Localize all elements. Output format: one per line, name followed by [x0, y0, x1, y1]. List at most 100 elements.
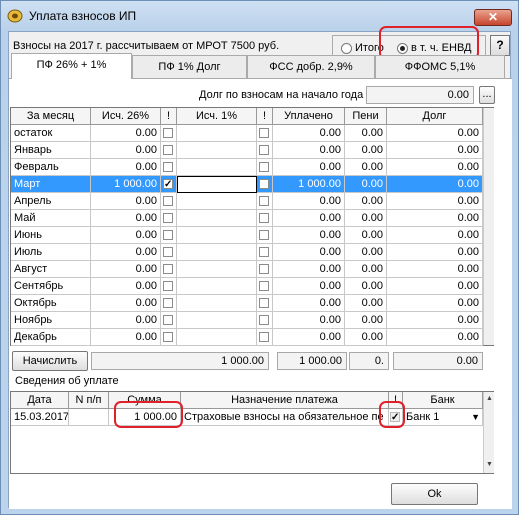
- checkbox-1[interactable]: [259, 247, 269, 257]
- accrue-button[interactable]: Начислить: [12, 351, 88, 371]
- months-scrollbar[interactable]: [483, 108, 494, 345]
- checkbox-26[interactable]: [163, 281, 173, 291]
- cell-check1[interactable]: [257, 210, 273, 227]
- checkbox-26[interactable]: [163, 196, 173, 206]
- checkbox-1[interactable]: [259, 196, 269, 206]
- cell-calc1[interactable]: [177, 227, 257, 244]
- checkbox-1[interactable]: [259, 179, 269, 189]
- cell-check1[interactable]: [257, 193, 273, 210]
- cell-calc1[interactable]: [177, 295, 257, 312]
- cell-calc26[interactable]: 0.00: [91, 329, 161, 346]
- cell-check1[interactable]: [257, 176, 273, 193]
- cell-check26[interactable]: [161, 295, 177, 312]
- cell-calc1[interactable]: [177, 125, 257, 142]
- checkbox-1[interactable]: [259, 298, 269, 308]
- table-row[interactable]: Март1 000.001 000.000.000.00: [11, 176, 483, 193]
- cell-check26[interactable]: [161, 176, 177, 193]
- chevron-down-icon[interactable]: ▼: [471, 409, 480, 425]
- table-row[interactable]: Сентябрь 0.00 0.00 0.00 0.00: [11, 278, 483, 295]
- table-row[interactable]: Январь 0.00 0.00 0.00 0.00: [11, 142, 483, 159]
- table-row[interactable]: Июль 0.00 0.00 0.00 0.00: [11, 244, 483, 261]
- cell-check1[interactable]: [257, 227, 273, 244]
- payments-scrollbar[interactable]: ▲ ▼: [483, 392, 494, 473]
- payment-row[interactable]: 15.03.2017 1 000.00 Страховые взносы на об…: [11, 409, 483, 426]
- cell-calc26[interactable]: 0.00: [91, 278, 161, 295]
- cell-check26[interactable]: [161, 159, 177, 176]
- cell-calc26[interactable]: 0.00: [91, 142, 161, 159]
- checkbox-1[interactable]: [259, 128, 269, 138]
- radio-total-dot[interactable]: [341, 42, 352, 54]
- cell-check1[interactable]: [257, 125, 273, 142]
- cell-check1[interactable]: [257, 329, 273, 346]
- cell-calc1[interactable]: [177, 159, 257, 176]
- cell-calc1[interactable]: [177, 244, 257, 261]
- cell-check26[interactable]: [161, 329, 177, 346]
- cell-check26[interactable]: [161, 125, 177, 142]
- cell-check1[interactable]: [257, 142, 273, 159]
- checkbox-26[interactable]: [163, 177, 173, 192]
- cell-calc1[interactable]: [177, 142, 257, 159]
- checkbox-26[interactable]: [163, 230, 173, 240]
- checkbox-1[interactable]: [259, 213, 269, 223]
- checkbox-26[interactable]: [163, 162, 173, 172]
- cell-check1[interactable]: [257, 159, 273, 176]
- cell-calc26[interactable]: 0.00: [91, 125, 161, 142]
- cell-check26[interactable]: [161, 244, 177, 261]
- table-row[interactable]: Май 0.00 0.00 0.00 0.00: [11, 210, 483, 227]
- cell-check26[interactable]: [161, 193, 177, 210]
- checkbox-26[interactable]: [163, 298, 173, 308]
- cell-check1[interactable]: [257, 261, 273, 278]
- checkbox-26[interactable]: [163, 128, 173, 138]
- cell-calc26[interactable]: 0.00: [91, 261, 161, 278]
- cell-calc26[interactable]: 0.00: [91, 227, 161, 244]
- help-button[interactable]: ?: [490, 35, 510, 56]
- payment-bank[interactable]: Банк 1 ▼: [403, 409, 483, 426]
- checkbox-26[interactable]: [163, 145, 173, 155]
- cell-calc26[interactable]: 0.00: [91, 244, 161, 261]
- cell-calc26[interactable]: 0.00: [91, 295, 161, 312]
- checkbox-26[interactable]: [163, 264, 173, 274]
- cell-calc1[interactable]: [177, 312, 257, 329]
- checkbox-26[interactable]: [163, 332, 173, 342]
- cell-calc1[interactable]: [177, 176, 257, 193]
- debt-browse-button[interactable]: ...: [479, 86, 495, 104]
- tab-fss[interactable]: ФСС добр. 2,9%: [247, 55, 375, 79]
- scroll-down-icon[interactable]: ▼: [483, 458, 496, 472]
- scroll-up-icon[interactable]: ▲: [483, 392, 496, 406]
- table-row[interactable]: Июнь 0.00 0.00 0.00 0.00: [11, 227, 483, 244]
- table-row[interactable]: Август 0.00 0.00 0.00 0.00: [11, 261, 483, 278]
- table-row[interactable]: Октябрь 0.00 0.00 0.00 0.00: [11, 295, 483, 312]
- cell-calc26[interactable]: 1 000.00: [91, 176, 161, 193]
- table-row[interactable]: остаток 0.00 0.00 0.00 0.00: [11, 125, 483, 142]
- cell-check1[interactable]: [257, 295, 273, 312]
- tab-pf-1-debt[interactable]: ПФ 1% Долг: [132, 55, 247, 79]
- close-button[interactable]: ✕: [474, 9, 512, 26]
- table-row[interactable]: Декабрь 0.00 0.00 0.00 0.00: [11, 329, 483, 346]
- tab-ffoms[interactable]: ФФОМС 5,1%: [375, 55, 505, 79]
- checkbox-1[interactable]: [259, 145, 269, 155]
- cell-check26[interactable]: [161, 210, 177, 227]
- checkbox-1[interactable]: [259, 162, 269, 172]
- cell-calc1[interactable]: [177, 278, 257, 295]
- checkbox-1[interactable]: [259, 332, 269, 342]
- cell-check1[interactable]: [257, 244, 273, 261]
- tab-pf-26[interactable]: ПФ 26% + 1%: [11, 53, 132, 79]
- payment-date[interactable]: 15.03.2017: [11, 409, 69, 426]
- table-row[interactable]: Апрель 0.00 0.00 0.00 0.00: [11, 193, 483, 210]
- cell-calc26[interactable]: 0.00: [91, 210, 161, 227]
- cell-check26[interactable]: [161, 142, 177, 159]
- cell-check26[interactable]: [161, 227, 177, 244]
- cell-calc26[interactable]: 0.00: [91, 159, 161, 176]
- table-row[interactable]: Ноябрь 0.00 0.00 0.00 0.00: [11, 312, 483, 329]
- cell-calc1[interactable]: [177, 210, 257, 227]
- checkbox-1[interactable]: [259, 315, 269, 325]
- cell-check26[interactable]: [161, 278, 177, 295]
- checkbox-1[interactable]: [259, 230, 269, 240]
- cell-calc26[interactable]: 0.00: [91, 312, 161, 329]
- cell-check1[interactable]: [257, 312, 273, 329]
- checkbox-26[interactable]: [163, 315, 173, 325]
- cell-calc1[interactable]: [177, 261, 257, 278]
- checkbox-26[interactable]: [163, 213, 173, 223]
- payment-purpose[interactable]: Страховые взносы на обязательное пе: [181, 409, 389, 426]
- cell-calc1[interactable]: [177, 193, 257, 210]
